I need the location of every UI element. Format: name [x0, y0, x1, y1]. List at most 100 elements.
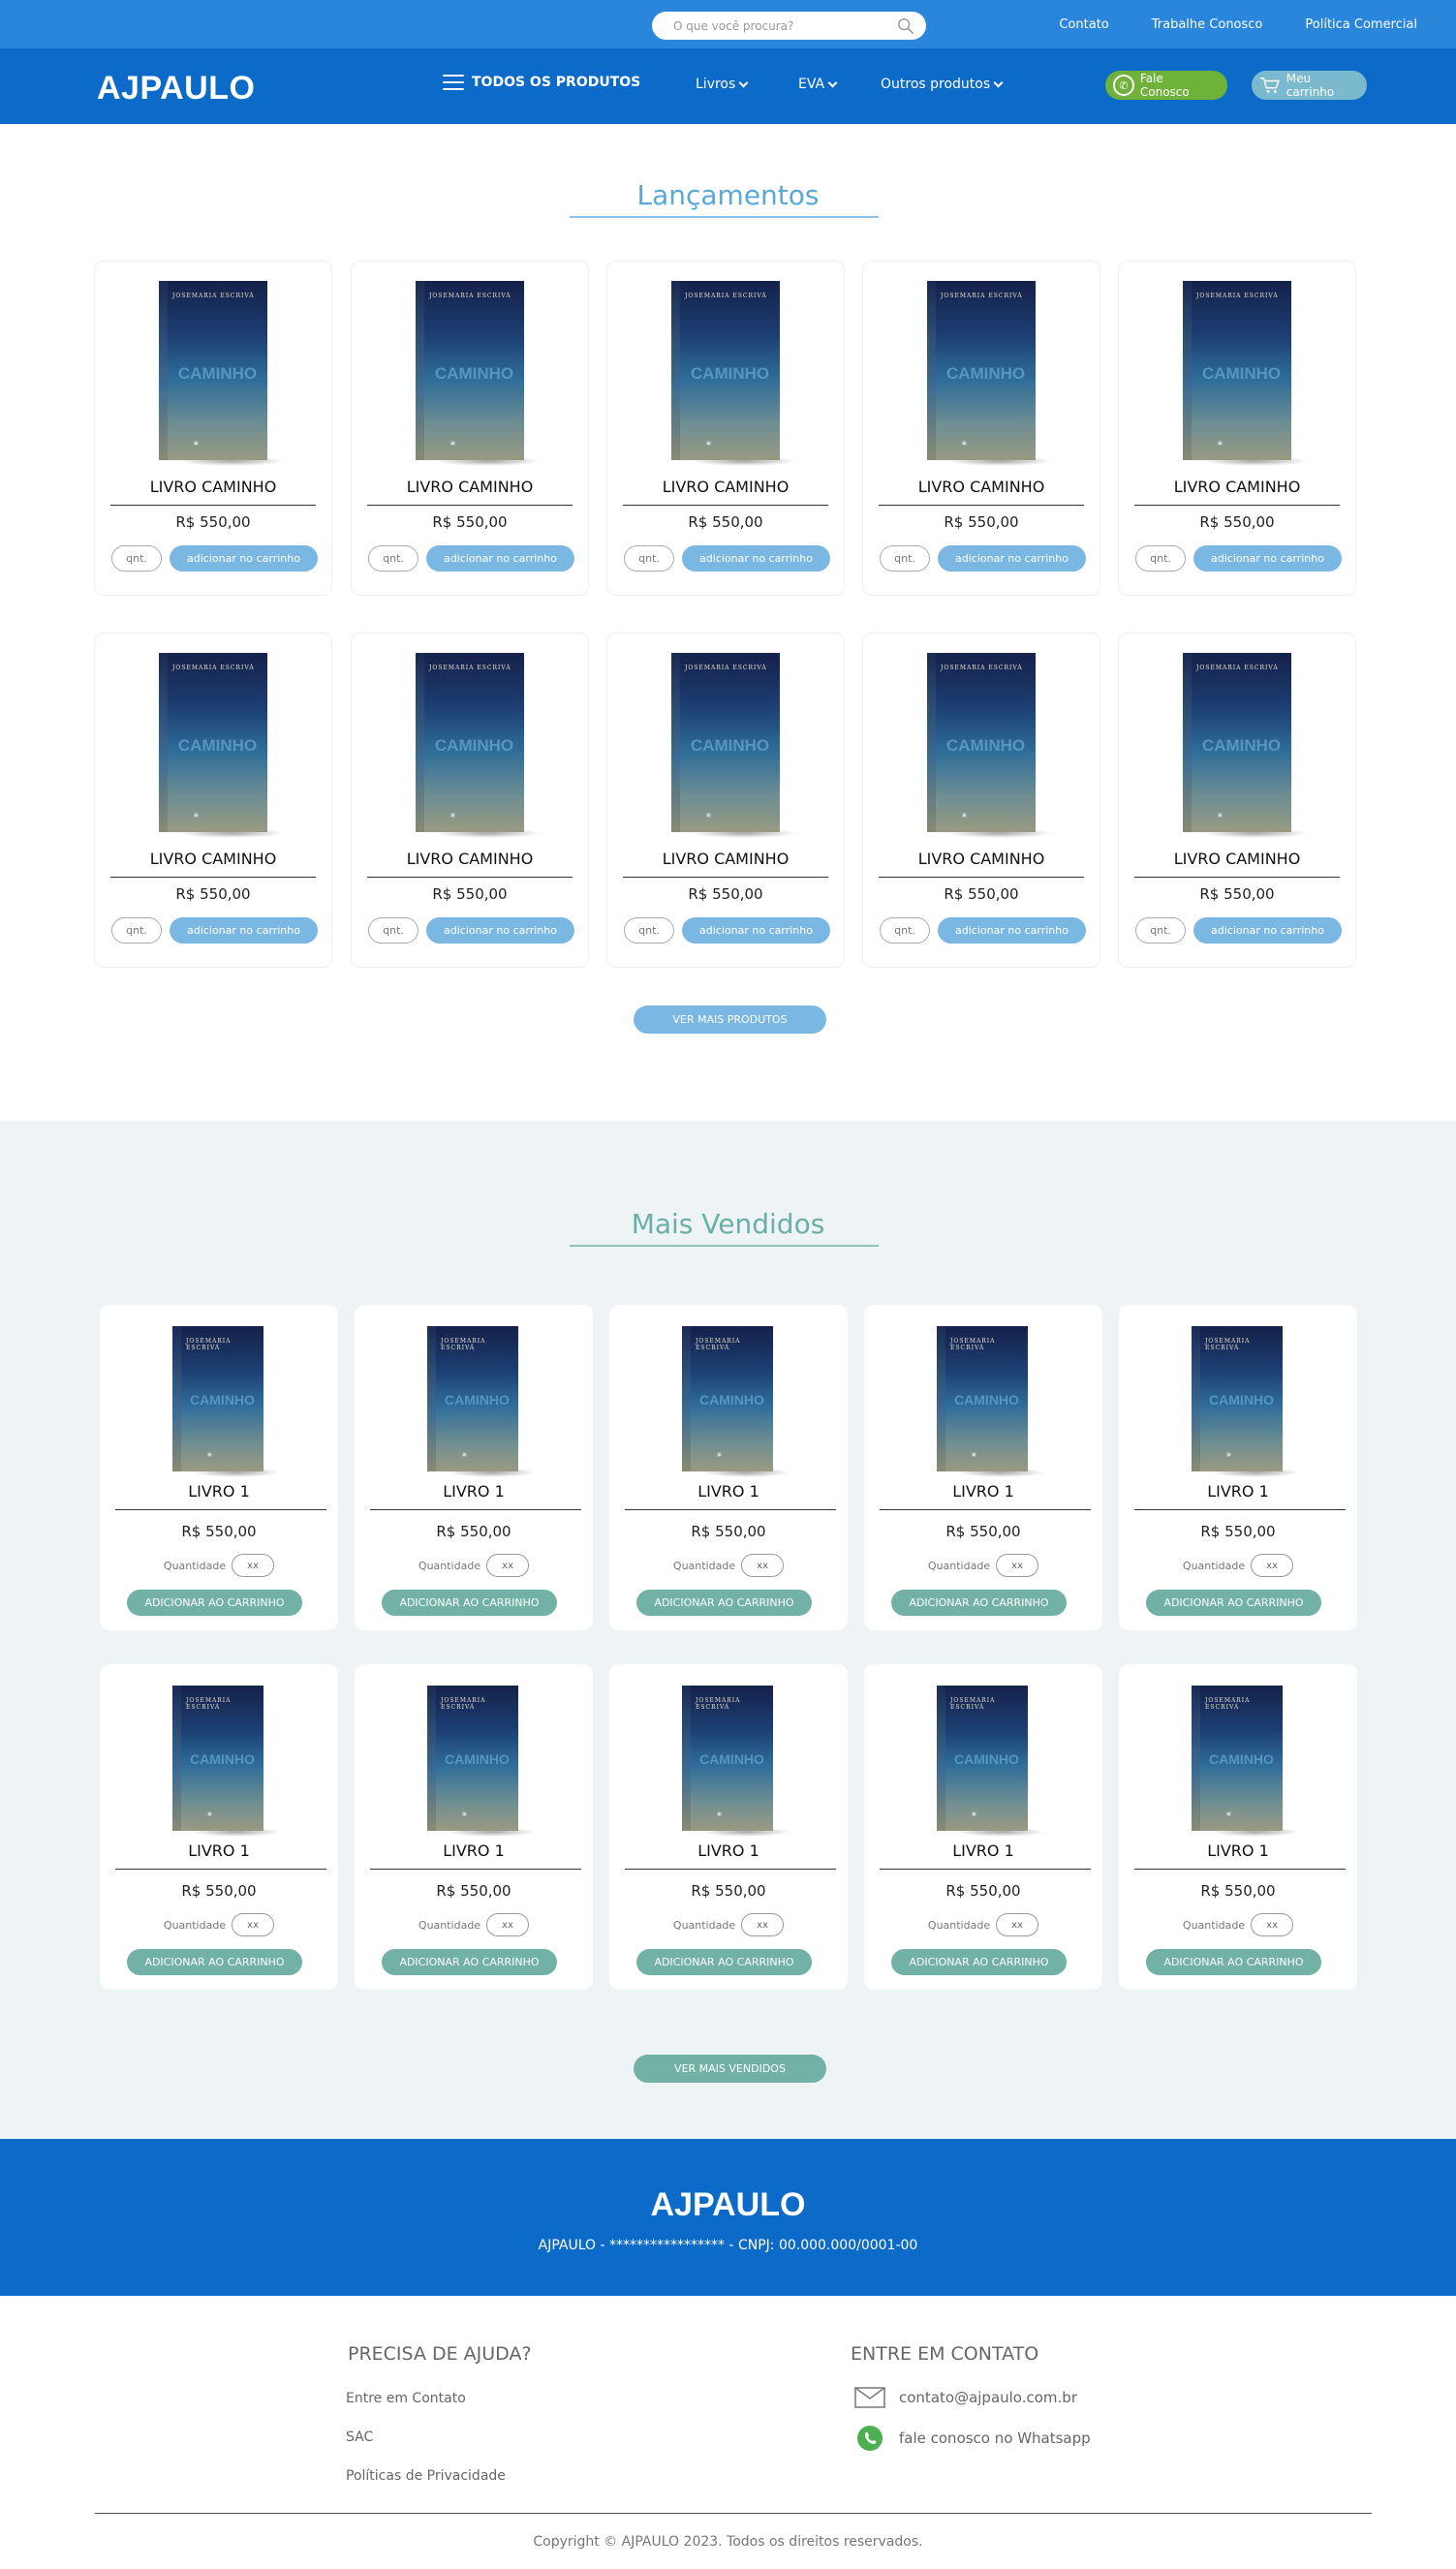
search-input[interactable] — [673, 18, 897, 33]
quantity-input[interactable]: xx — [741, 1913, 785, 1936]
product-card[interactable]: JOSEMARIA ESCRIVÁ CAMINHO ▣ LIVRO 1 R$ 550,0… — [100, 1305, 338, 1630]
ver-mais-produtos-button[interactable]: VER MAIS PRODUTOS — [634, 1006, 826, 1034]
product-name[interactable]: LIVRO 1 — [100, 1842, 338, 1860]
quantity-input[interactable]: qnt. — [1135, 917, 1186, 944]
quantity-input[interactable]: xx — [1251, 1913, 1294, 1936]
product-name[interactable]: LIVRO CAMINHO — [1119, 850, 1355, 868]
add-to-cart-button[interactable]: adicionar no carrinho — [1193, 917, 1342, 944]
cart-button[interactable]: Meu carrinho — [1252, 71, 1367, 100]
add-to-cart-button[interactable]: adicionar no carrinho — [938, 545, 1086, 572]
book-cover-image[interactable]: JOSEMARIA ESCRIVÁ CAMINHO ▣ — [416, 281, 542, 466]
product-name[interactable]: LIVRO CAMINHO — [607, 850, 844, 868]
book-cover-image[interactable]: JOSEMARIA ESCRIVÁ CAMINHO ▣ — [671, 653, 797, 838]
product-card[interactable]: JOSEMARIA ESCRIVÁ CAMINHO ▣ LIVRO CAMINHO R$… — [1118, 261, 1356, 596]
product-card[interactable]: JOSEMARIA ESCRIVÁ CAMINHO ▣ LIVRO CAMINHO R$… — [606, 633, 845, 968]
quantity-input[interactable]: xx — [996, 1554, 1039, 1577]
quantity-input[interactable]: qnt. — [880, 917, 930, 944]
book-cover-image[interactable]: JOSEMARIA ESCRIVÁ CAMINHO ▣ — [682, 1686, 790, 1837]
product-name[interactable]: LIVRO CAMINHO — [352, 478, 588, 496]
quantity-input[interactable]: xx — [996, 1913, 1039, 1936]
add-to-cart-button[interactable]: ADICIONAR AO CARRINHO — [891, 1590, 1067, 1616]
product-card[interactable]: JOSEMARIA ESCRIVÁ CAMINHO ▣ LIVRO 1 R$ 550,0… — [864, 1664, 1102, 1990]
add-to-cart-button[interactable]: ADICIONAR AO CARRINHO — [382, 1949, 557, 1975]
nav-livros[interactable]: Livros — [696, 77, 749, 92]
product-card[interactable]: JOSEMARIA ESCRIVÁ CAMINHO ▣ LIVRO CAMINHO R$… — [862, 261, 1100, 596]
whatsapp-button[interactable]: ✆ Fale Conosco — [1105, 71, 1227, 100]
quantity-input[interactable]: qnt. — [1135, 545, 1186, 572]
product-card[interactable]: JOSEMARIA ESCRIVÁ CAMINHO ▣ LIVRO CAMINHO R$… — [862, 633, 1100, 968]
add-to-cart-button[interactable]: adicionar no carrinho — [170, 917, 318, 944]
all-products-menu[interactable]: TODOS OS PRODUTOS — [443, 75, 640, 90]
quantity-input[interactable]: xx — [232, 1913, 275, 1936]
quantity-input[interactable]: qnt. — [624, 917, 674, 944]
link-sac[interactable]: SAC — [346, 2430, 373, 2445]
quantity-input[interactable]: qnt. — [880, 545, 930, 572]
product-card[interactable]: JOSEMARIA ESCRIVÁ CAMINHO ▣ LIVRO CAMINHO R$… — [351, 633, 589, 968]
quantity-input[interactable]: qnt. — [624, 545, 674, 572]
product-card[interactable]: JOSEMARIA ESCRIVÁ CAMINHO ▣ LIVRO 1 R$ 550,0… — [864, 1305, 1102, 1630]
product-name[interactable]: LIVRO CAMINHO — [95, 850, 331, 868]
quantity-input[interactable]: qnt. — [111, 917, 162, 944]
product-card[interactable]: JOSEMARIA ESCRIVÁ CAMINHO ▣ LIVRO CAMINHO R$… — [94, 633, 332, 968]
book-cover-image[interactable]: JOSEMARIA ESCRIVÁ CAMINHO ▣ — [1183, 281, 1309, 466]
site-logo[interactable]: AJPAULO — [97, 70, 255, 108]
product-name[interactable]: LIVRO CAMINHO — [95, 478, 331, 496]
product-card[interactable]: JOSEMARIA ESCRIVÁ CAMINHO ▣ LIVRO 1 R$ 550,0… — [609, 1305, 848, 1630]
product-name[interactable]: LIVRO CAMINHO — [607, 478, 844, 496]
product-card[interactable]: JOSEMARIA ESCRIVÁ CAMINHO ▣ LIVRO 1 R$ 550,0… — [355, 1305, 593, 1630]
product-name[interactable]: LIVRO CAMINHO — [1119, 478, 1355, 496]
product-name[interactable]: LIVRO 1 — [355, 1842, 593, 1860]
product-name[interactable]: LIVRO 1 — [1119, 1482, 1357, 1501]
book-cover-image[interactable]: JOSEMARIA ESCRIVÁ CAMINHO ▣ — [427, 1686, 536, 1837]
link-trabalhe-conosco[interactable]: Trabalhe Conosco — [1152, 17, 1263, 32]
product-card[interactable]: JOSEMARIA ESCRIVÁ CAMINHO ▣ LIVRO CAMINHO R$… — [606, 261, 845, 596]
book-cover-image[interactable]: JOSEMARIA ESCRIVÁ CAMINHO ▣ — [682, 1326, 790, 1477]
product-name[interactable]: LIVRO 1 — [609, 1482, 848, 1501]
product-card[interactable]: JOSEMARIA ESCRIVÁ CAMINHO ▣ LIVRO 1 R$ 550,0… — [1119, 1305, 1357, 1630]
quantity-input[interactable]: xx — [1251, 1554, 1294, 1577]
book-cover-image[interactable]: JOSEMARIA ESCRIVÁ CAMINHO ▣ — [159, 653, 285, 838]
product-name[interactable]: LIVRO CAMINHO — [863, 850, 1100, 868]
product-name[interactable]: LIVRO 1 — [355, 1482, 593, 1501]
link-contato[interactable]: Contato — [1059, 17, 1108, 32]
book-cover-image[interactable]: JOSEMARIA ESCRIVÁ CAMINHO ▣ — [416, 653, 542, 838]
book-cover-image[interactable]: JOSEMARIA ESCRIVÁ CAMINHO ▣ — [927, 281, 1053, 466]
book-cover-image[interactable]: JOSEMARIA ESCRIVÁ CAMINHO ▣ — [172, 1326, 281, 1477]
add-to-cart-button[interactable]: ADICIONAR AO CARRINHO — [382, 1590, 557, 1616]
add-to-cart-button[interactable]: ADICIONAR AO CARRINHO — [636, 1590, 812, 1616]
link-politicas-de-privacidade[interactable]: Políticas de Privacidade — [346, 2468, 506, 2484]
add-to-cart-button[interactable]: ADICIONAR AO CARRINHO — [1146, 1590, 1321, 1616]
search-icon[interactable] — [897, 17, 914, 35]
product-card[interactable]: JOSEMARIA ESCRIVÁ CAMINHO ▣ LIVRO 1 R$ 550,0… — [1119, 1664, 1357, 1990]
book-cover-image[interactable]: JOSEMARIA ESCRIVÁ CAMINHO ▣ — [1183, 653, 1309, 838]
quantity-input[interactable]: qnt. — [368, 917, 418, 944]
add-to-cart-button[interactable]: ADICIONAR AO CARRINHO — [891, 1949, 1067, 1975]
product-name[interactable]: LIVRO 1 — [1119, 1842, 1357, 1860]
product-name[interactable]: LIVRO CAMINHO — [352, 850, 588, 868]
book-cover-image[interactable]: JOSEMARIA ESCRIVÁ CAMINHO ▣ — [927, 653, 1053, 838]
quantity-input[interactable]: xx — [486, 1554, 530, 1577]
add-to-cart-button[interactable]: adicionar no carrinho — [170, 545, 318, 572]
add-to-cart-button[interactable]: ADICIONAR AO CARRINHO — [127, 1949, 302, 1975]
nav-outros-produtos[interactable]: Outros produtos — [881, 77, 1004, 92]
add-to-cart-button[interactable]: adicionar no carrinho — [938, 917, 1086, 944]
quantity-input[interactable]: xx — [232, 1554, 275, 1577]
add-to-cart-button[interactable]: adicionar no carrinho — [1193, 545, 1342, 572]
contact-email[interactable]: contato@ajpaulo.com.br — [854, 2387, 1077, 2408]
book-cover-image[interactable]: JOSEMARIA ESCRIVÁ CAMINHO ▣ — [427, 1326, 536, 1477]
book-cover-image[interactable]: JOSEMARIA ESCRIVÁ CAMINHO ▣ — [1192, 1326, 1300, 1477]
add-to-cart-button[interactable]: adicionar no carrinho — [426, 917, 574, 944]
book-cover-image[interactable]: JOSEMARIA ESCRIVÁ CAMINHO ▣ — [172, 1686, 281, 1837]
add-to-cart-button[interactable]: adicionar no carrinho — [682, 545, 830, 572]
quantity-input[interactable]: xx — [741, 1554, 785, 1577]
quantity-input[interactable]: qnt. — [111, 545, 162, 572]
nav-eva[interactable]: EVA — [798, 77, 838, 92]
book-cover-image[interactable]: JOSEMARIA ESCRIVÁ CAMINHO ▣ — [937, 1326, 1045, 1477]
link-entre-em-contato[interactable]: Entre em Contato — [346, 2391, 466, 2406]
add-to-cart-button[interactable]: ADICIONAR AO CARRINHO — [636, 1949, 812, 1975]
quantity-input[interactable]: qnt. — [368, 545, 418, 572]
product-card[interactable]: JOSEMARIA ESCRIVÁ CAMINHO ▣ LIVRO 1 R$ 550,0… — [355, 1664, 593, 1990]
product-card[interactable]: JOSEMARIA ESCRIVÁ CAMINHO ▣ LIVRO 1 R$ 550,0… — [100, 1664, 338, 1990]
product-card[interactable]: JOSEMARIA ESCRIVÁ CAMINHO ▣ LIVRO 1 R$ 550,0… — [609, 1664, 848, 1990]
product-name[interactable]: LIVRO 1 — [864, 1842, 1102, 1860]
